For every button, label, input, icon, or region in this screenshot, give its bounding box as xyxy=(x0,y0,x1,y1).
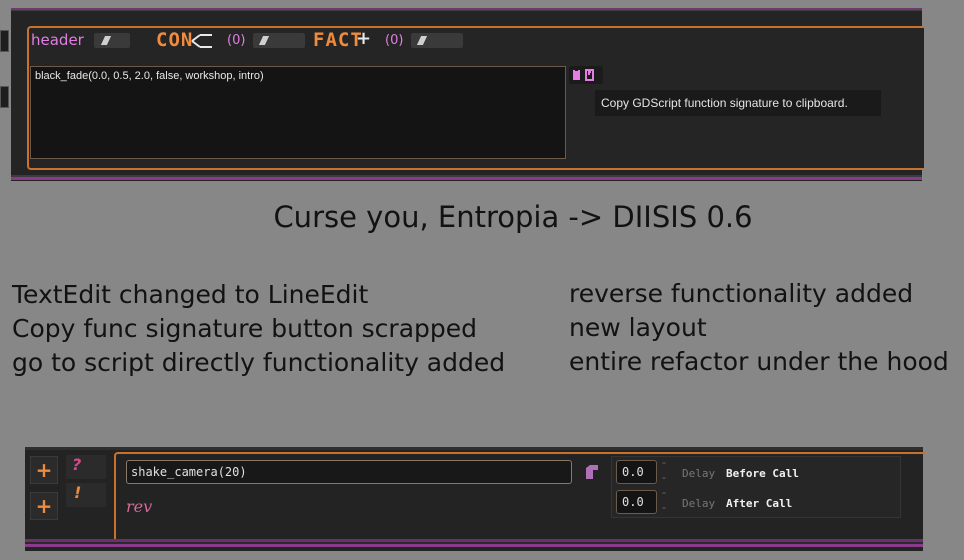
panel-stripe xyxy=(11,177,922,180)
fact-count: (0) xyxy=(385,33,404,48)
old-dialogue-panel: header CON (0) FACT + (0) black_fade(0.0… xyxy=(0,8,924,181)
tooltip: Copy GDScript function signature to clip… xyxy=(595,90,881,116)
delay-label: Delay xyxy=(682,467,716,480)
change-note: entire refactor under the hood xyxy=(569,347,949,376)
signature-textedit[interactable]: black_fade(0.0, 0.5, 2.0, false, worksho… xyxy=(30,66,566,159)
pencil-icon xyxy=(258,36,270,45)
con-toggle[interactable] xyxy=(253,33,305,48)
clipboard-icon xyxy=(573,69,594,81)
move-down-button[interactable]: + xyxy=(30,492,58,520)
change-note: TextEdit changed to LineEdit xyxy=(12,280,369,309)
con-label: CON xyxy=(156,29,194,51)
after-call-label: After Call xyxy=(726,497,793,510)
header-toggle[interactable] xyxy=(94,33,130,48)
con-count: (0) xyxy=(227,33,246,48)
change-note: reverse functionality added xyxy=(569,279,914,308)
spin-arrows-icon[interactable]: ⌃ ⌄ xyxy=(659,490,669,514)
left-handle[interactable] xyxy=(0,30,9,52)
exclamation-icon: ! xyxy=(74,483,82,502)
signature-text: black_fade(0.0, 0.5, 2.0, false, worksho… xyxy=(35,70,264,82)
change-note: go to script directly functionality adde… xyxy=(12,348,506,377)
caption-title: Curse you, Entropia -> DIISIS 0.6 xyxy=(273,200,753,234)
before-call-label: Before Call xyxy=(726,467,799,480)
new-dialogue-panel: + + ? ! rev 0.0 ⌃⌄ Delay Before Call 0.0… xyxy=(25,447,925,551)
fact-toggle[interactable] xyxy=(411,33,463,48)
function-lineedit[interactable] xyxy=(126,460,572,484)
copy-signature-button[interactable] xyxy=(569,66,603,84)
function-input[interactable] xyxy=(127,461,571,483)
change-note: Copy func signature button scrapped xyxy=(12,314,478,343)
pencil-icon xyxy=(416,36,428,45)
add-fact-icon[interactable]: + xyxy=(356,28,371,49)
delay-after-spinbox[interactable]: 0.0 xyxy=(616,490,657,514)
header-label: header xyxy=(31,31,84,49)
con-arrow-icon[interactable] xyxy=(190,33,214,49)
alert-tile[interactable]: ! xyxy=(66,483,106,507)
delay-label: Delay xyxy=(682,497,716,510)
move-up-button[interactable]: + xyxy=(30,456,58,484)
reverse-toggle[interactable]: rev xyxy=(126,497,152,516)
left-handle[interactable] xyxy=(0,86,9,108)
change-note: new layout xyxy=(569,313,707,342)
panel-stripe xyxy=(25,447,923,450)
go-to-script-icon[interactable] xyxy=(582,462,602,482)
delay-settings: 0.0 ⌃ ⌄ Delay Before Call 0.0 ⌃ ⌄ Delay Af… xyxy=(611,456,901,518)
spin-arrows-icon[interactable]: ⌃ ⌄ xyxy=(659,460,669,484)
panel-stripe xyxy=(25,544,923,547)
question-icon: ? xyxy=(72,455,82,474)
delay-before-spinbox[interactable]: 0.0 xyxy=(616,460,657,484)
panel-stripe xyxy=(11,10,922,11)
pencil-icon xyxy=(100,36,112,45)
random-tile[interactable]: ? xyxy=(66,455,106,479)
